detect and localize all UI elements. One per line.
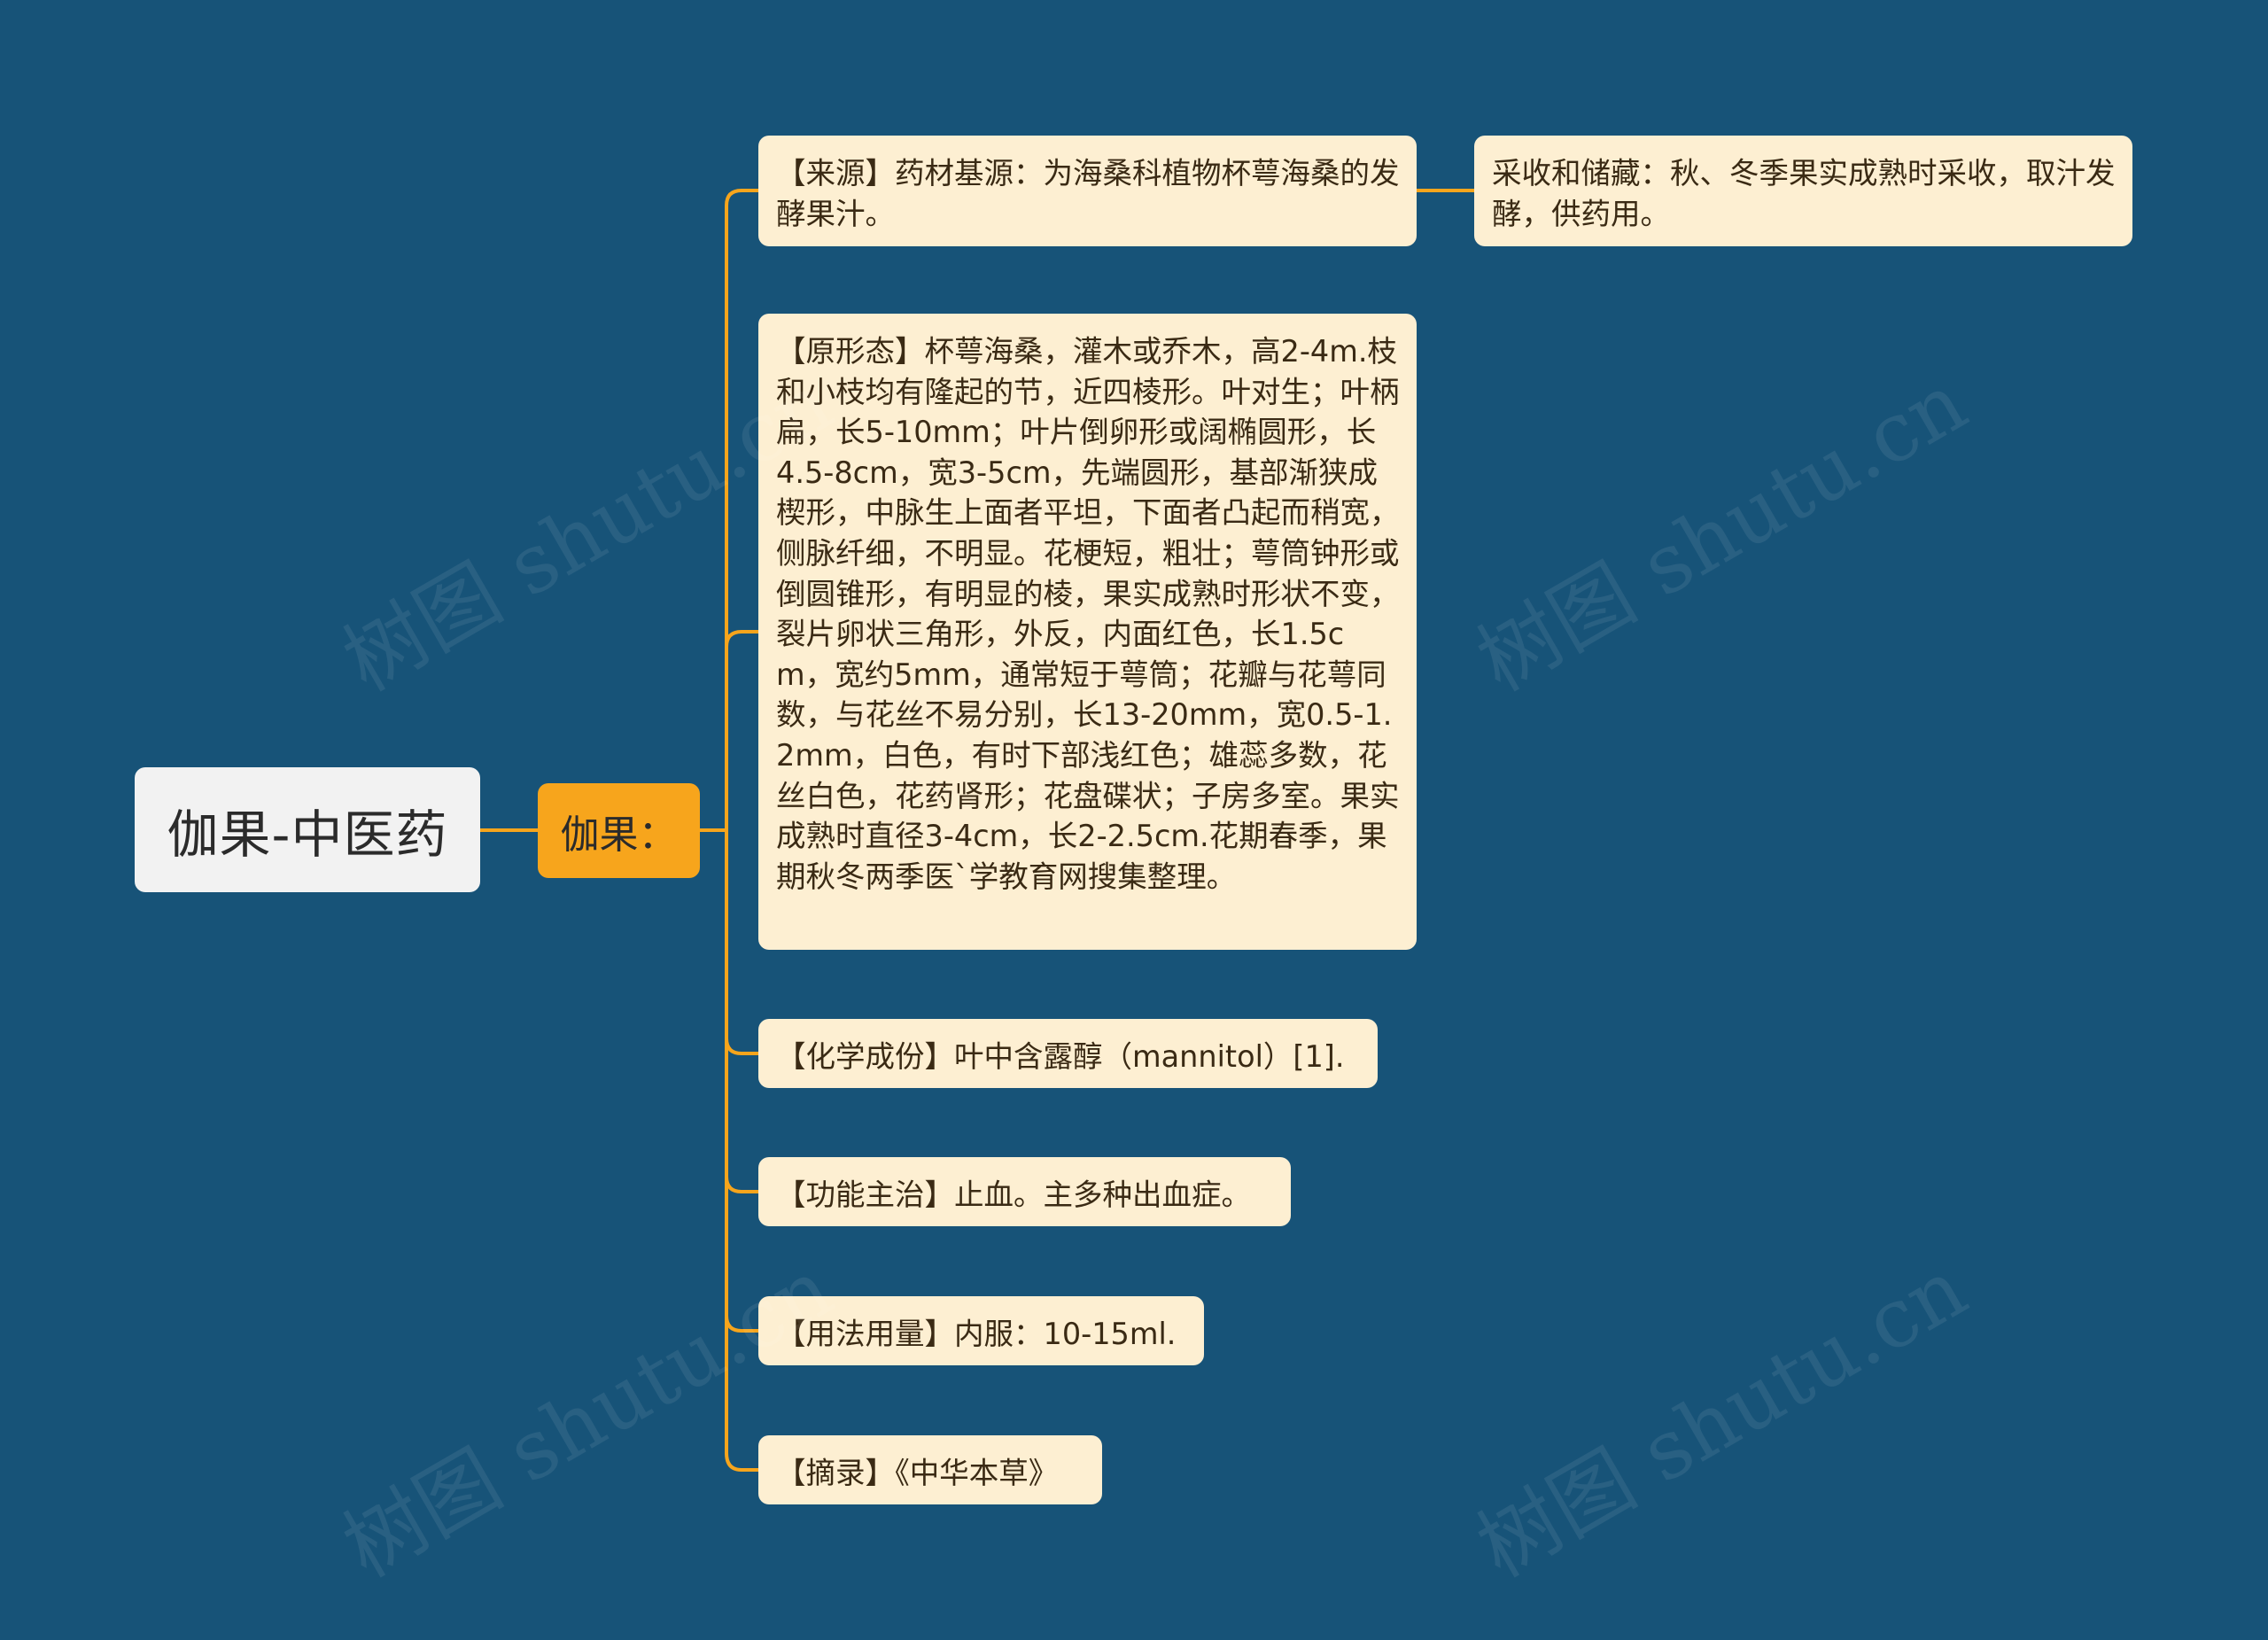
connector-leaf-3: [725, 1038, 758, 1055]
branch-topic-label: 伽果：: [560, 812, 678, 858]
leaf-excerpt[interactable]: 【摘录】《中华本草》: [758, 1435, 1102, 1504]
mindmap-canvas: 伽果-中医药 伽果： 【来源】药材基源：为海桑科植物杯萼海桑的发酵果汁。 【原形…: [0, 0, 2268, 1640]
leaf-function-text: 【功能主治】止血。主多种出血症。: [776, 1178, 1251, 1212]
root-topic[interactable]: 伽果-中医药: [135, 767, 480, 892]
connector-leaf-2: [725, 630, 758, 648]
leaf-morphology-text: 【原形态】杯萼海桑，灌木或乔木，高2-4m.枝和小枝均有隆起的节，近四棱形。叶对…: [776, 334, 1400, 894]
sub-leaf-harvest[interactable]: 采收和储藏：秋、冬季果实成熟时采收，取汁发酵，供药用。: [1474, 136, 2132, 246]
sub-leaf-harvest-text: 采收和储藏：秋、冬季果实成熟时采收，取汁发酵，供药用。: [1492, 156, 2116, 231]
leaf-excerpt-text: 【摘录】《中华本草》: [776, 1456, 1059, 1490]
leaf-chemistry[interactable]: 【化学成份】叶中含露醇（mannitol）[1].: [758, 1019, 1378, 1088]
connector-leaf-4: [725, 1176, 758, 1193]
leaf-function[interactable]: 【功能主治】止血。主多种出血症。: [758, 1157, 1291, 1226]
root-topic-label: 伽果-中医药: [167, 804, 448, 865]
connector-leaf-6: [725, 1452, 758, 1472]
leaf-chemistry-text: 【化学成份】叶中含露醇（mannitol）[1].: [776, 1039, 1345, 1074]
connector-leaf-1: [725, 189, 758, 206]
branch-topic[interactable]: 伽果：: [538, 783, 700, 878]
connector-leaf-5: [725, 1315, 758, 1333]
leaf-source[interactable]: 【来源】药材基源：为海桑科植物杯萼海桑的发酵果汁。: [758, 136, 1417, 246]
leaf-dosage-text: 【用法用量】内服：10-15ml.: [776, 1317, 1177, 1351]
leaf-dosage[interactable]: 【用法用量】内服：10-15ml.: [758, 1296, 1204, 1365]
leaf-morphology[interactable]: 【原形态】杯萼海桑，灌木或乔木，高2-4m.枝和小枝均有隆起的节，近四棱形。叶对…: [758, 314, 1417, 950]
leaf-source-text: 【来源】药材基源：为海桑科植物杯萼海桑的发酵果汁。: [776, 156, 1400, 231]
